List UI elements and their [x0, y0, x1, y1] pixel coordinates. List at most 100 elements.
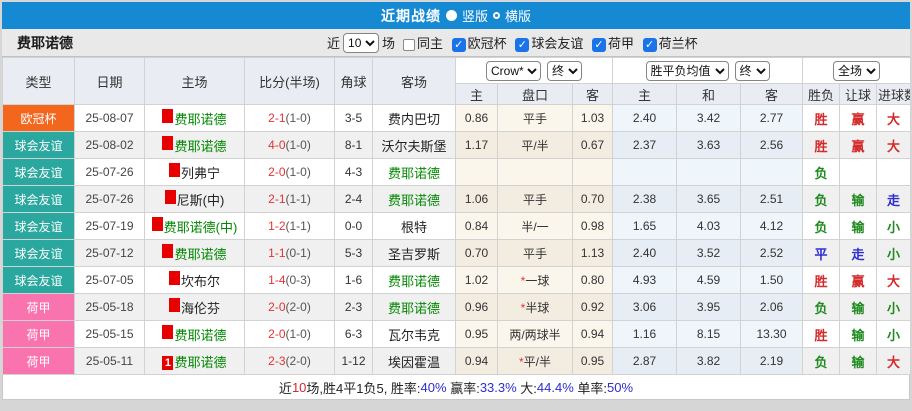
odds-away: 0.67	[572, 131, 613, 159]
avg-away: 2.52	[739, 239, 804, 267]
avg-away: 2.77	[739, 104, 804, 132]
match-type-badge: 球会友谊	[2, 266, 75, 294]
score-cell: 1-1(0-1)	[244, 239, 335, 267]
checkbox-label[interactable]: 同主	[417, 36, 443, 51]
home-team: 列弗宁	[144, 158, 245, 186]
competition-filter[interactable]: 同主	[398, 36, 443, 51]
checkbox-icon[interactable]: ✓	[642, 37, 657, 52]
avg-odds-select[interactable]: 胜平负均值	[645, 60, 729, 81]
corner-count: 2-4	[334, 185, 373, 213]
page-title: 近期战绩	[380, 7, 441, 24]
match-type-badge: 球会友谊	[2, 185, 75, 213]
home-team: 费耶诺德(中)	[144, 212, 245, 240]
odds-home: 0.70	[455, 239, 498, 267]
avg-draw: 4.03	[676, 212, 741, 240]
result-goals: 大	[876, 347, 912, 375]
odds-home: 1.06	[455, 185, 498, 213]
half-time-score: (1-0)	[285, 327, 311, 341]
home-team: 费耶诺德	[144, 239, 245, 267]
table-row: 荷甲 25-05-15 费耶诺德 2-0(1-0) 6-3 瓦尔韦克 0.95 …	[2, 320, 912, 348]
competition-filter[interactable]: ✓ 欧冠杯	[447, 36, 507, 52]
avg-draw: 3.52	[676, 239, 741, 267]
away-team: 埃因霍温	[372, 347, 456, 375]
avg-odds-header: 胜平负均值 终	[611, 57, 804, 84]
result-goals: 大	[876, 131, 912, 159]
result-goals: 大	[876, 104, 912, 132]
result-handicap: 赢	[839, 266, 878, 294]
checkbox-icon[interactable]: ✓	[451, 37, 466, 52]
away-team: 费内巴切	[372, 104, 456, 132]
odds-source-select[interactable]: Crow*	[486, 60, 541, 81]
results-table: 类型 日期 主场 比分(半场) 角球 客场 Crow* 终 胜平负均值 终 全场…	[2, 57, 912, 375]
competition-filter[interactable]: ✓ 球会友谊	[510, 36, 583, 52]
footer-stat-segment: 近	[278, 380, 292, 396]
corner-count: 0-0	[334, 212, 373, 240]
corner-count: 6-3	[334, 320, 373, 348]
result-goals	[876, 158, 912, 186]
result-goals: 走	[876, 185, 912, 213]
match-type-badge: 球会友谊	[2, 212, 75, 240]
radio-horizontal-label[interactable]: 横版	[505, 6, 531, 25]
away-team: 费耶诺德	[372, 185, 456, 213]
checkbox-label[interactable]: 荷甲	[608, 36, 634, 51]
half-time-score: (1-0)	[285, 138, 311, 152]
odds-handicap: 两/两球半	[497, 320, 573, 348]
col-header-away: 客场	[372, 57, 456, 105]
rank-badge	[162, 135, 174, 150]
avg-draw	[676, 158, 741, 186]
home-team: 费耶诺德	[144, 131, 245, 159]
odds-away: 0.80	[572, 266, 613, 294]
odds-away: 0.92	[572, 293, 613, 321]
title-bar: 近期战绩 竖版 横版	[2, 2, 910, 29]
radio-vertical-label[interactable]: 竖版	[462, 6, 488, 25]
rank-badge: 1	[162, 355, 174, 370]
table-row: 球会友谊 25-07-12 费耶诺德 1-1(0-1) 5-3 圣吉罗斯 0.7…	[2, 239, 912, 267]
home-team: 坎布尔	[144, 266, 245, 294]
competition-filter[interactable]: ✓ 荷甲	[587, 36, 634, 52]
scope-header: 全场	[802, 57, 912, 84]
odds-home: 0.95	[455, 320, 498, 348]
odds-stage-select[interactable]: 终	[547, 60, 582, 81]
radio-horizontal-icon[interactable]	[493, 12, 500, 19]
corner-count: 5-3	[334, 239, 373, 267]
result-wdl: 负	[802, 185, 841, 213]
avg-home: 1.65	[612, 212, 677, 240]
odds-handicap: 平手	[497, 239, 573, 267]
half-time-score: (1-0)	[285, 111, 311, 125]
match-date: 25-05-18	[74, 293, 145, 321]
footer-stat-segment: 10	[291, 379, 307, 395]
half-time-score: (1-1)	[285, 219, 311, 233]
radio-vertical-selected-icon[interactable]	[445, 10, 457, 21]
home-team: 费耶诺德	[144, 104, 245, 132]
score-cell: 2-0(1-0)	[244, 158, 335, 186]
odds-away: 1.13	[572, 239, 613, 267]
avg-away: 2.06	[739, 293, 804, 321]
footer-stat-segment: 大:	[516, 380, 537, 396]
checkbox-label[interactable]: 荷兰杯	[659, 36, 698, 51]
scope-select[interactable]: 全场	[833, 60, 881, 81]
score-cell: 2-3(2-0)	[244, 347, 335, 375]
checkbox-label[interactable]: 球会友谊	[531, 36, 583, 51]
avg-stage-select[interactable]: 终	[734, 60, 770, 81]
table-row: 荷甲 25-05-11 1 费耶诺德 2-3(2-0) 1-12 埃因霍温 0.9…	[2, 347, 912, 375]
avg-draw: 3.42	[676, 104, 741, 132]
checkbox-label[interactable]: 欧冠杯	[468, 36, 507, 51]
result-goals: 小	[876, 212, 912, 240]
col-header-avg-home: 主	[612, 83, 677, 105]
result-goals: 大	[876, 266, 912, 294]
odds-home	[455, 158, 498, 186]
avg-draw: 3.82	[676, 347, 741, 375]
competition-filter[interactable]: ✓ 荷兰杯	[638, 36, 698, 52]
checkbox-icon[interactable]	[403, 38, 416, 51]
rank-badge	[164, 189, 176, 204]
odds-handicap	[497, 158, 573, 186]
checkbox-icon[interactable]: ✓	[591, 37, 606, 52]
match-date: 25-08-07	[74, 104, 145, 132]
table-row: 球会友谊 25-08-02 费耶诺德 4-0(1-0) 8-1 沃尔夫斯堡 1.…	[2, 131, 912, 159]
checkbox-icon[interactable]: ✓	[515, 37, 530, 52]
match-count-select[interactable]: 10	[343, 32, 380, 53]
avg-draw: 3.63	[676, 131, 741, 159]
half-time-score: (1-1)	[285, 192, 311, 206]
match-type-badge: 球会友谊	[2, 239, 75, 267]
match-type-badge: 球会友谊	[2, 131, 75, 159]
